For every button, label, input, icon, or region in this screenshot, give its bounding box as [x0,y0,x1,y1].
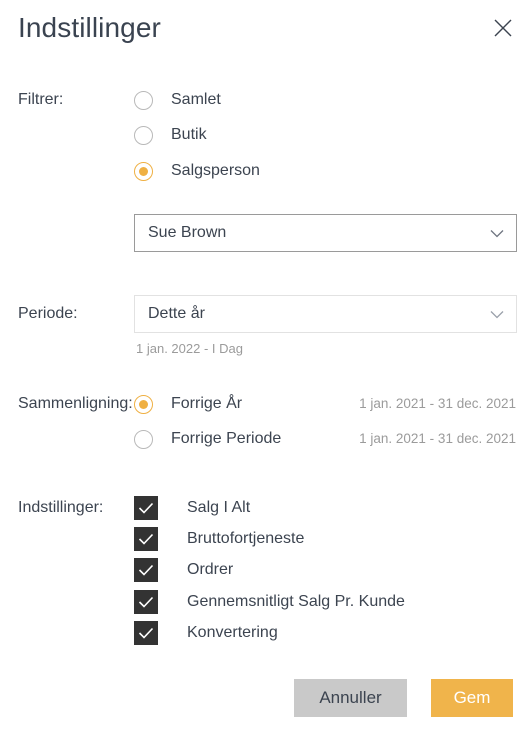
check-icon [134,558,158,582]
setting-item-label: Bruttofortjeneste [187,530,305,547]
radio-icon [134,429,153,449]
close-icon [493,18,513,38]
save-button[interactable]: Gem [431,679,513,717]
period-select[interactable]: Dette år [134,295,517,333]
setting-item-salg-i-alt[interactable]: Salg I Alt [134,496,250,520]
setting-item-bruttofortjeneste[interactable]: Bruttofortjeneste [134,527,304,551]
check-icon [134,621,158,645]
comparison-label: Sammenligning: [18,395,133,412]
comparison-option-label: Forrige Periode [171,430,282,447]
setting-item-gennemsnitligt-salg-pr-kunde[interactable]: Gennemsnitligt Salg Pr. Kunde [134,590,405,614]
chevron-down-icon [490,229,504,238]
setting-item-label: Gennemsnitligt Salg Pr. Kunde [187,593,405,610]
filter-option-label: Salgsperson [171,162,260,179]
setting-item-label: Salg I Alt [187,499,251,516]
check-icon [134,496,158,520]
period-range-text: 1 jan. 2022 - I Dag [136,341,243,356]
radio-icon [134,90,153,110]
radio-icon-selected [134,161,153,181]
comparison-option-forrige-aar[interactable]: Forrige År [134,393,242,415]
period-select-value: Dette år [148,305,205,322]
setting-item-konvertering[interactable]: Konvertering [134,621,278,645]
settings-label: Indstillinger: [18,499,104,516]
setting-item-label: Konvertering [187,624,278,641]
check-icon [134,590,158,614]
setting-item-ordrer[interactable]: Ordrer [134,558,233,582]
check-icon [134,527,158,551]
dialog-header: Indstillinger [0,0,531,62]
filter-option-salgsperson[interactable]: Salgsperson [134,160,260,182]
comparison-option-label: Forrige År [171,395,243,412]
setting-item-label: Ordrer [187,561,234,578]
chevron-down-icon [490,310,504,319]
filter-option-label: Butik [171,126,207,143]
radio-icon [134,125,153,145]
page-title: Indstillinger [18,12,161,43]
filter-option-label: Samlet [171,91,221,108]
period-label: Periode: [18,305,78,322]
salesperson-select[interactable]: Sue Brown [134,214,517,252]
salesperson-select-value: Sue Brown [148,224,227,241]
filter-option-butik[interactable]: Butik [134,124,207,146]
radio-icon-selected [134,394,153,414]
comparison-range-text: 1 jan. 2021 - 31 dec. 2021 [359,396,516,411]
cancel-button[interactable]: Annuller [294,679,407,717]
close-button[interactable] [487,12,519,44]
filter-label: Filtrer: [18,91,64,108]
comparison-range-text: 1 jan. 2021 - 31 dec. 2021 [359,431,516,446]
filter-option-samlet[interactable]: Samlet [134,89,221,111]
comparison-option-forrige-periode[interactable]: Forrige Periode [134,428,281,450]
